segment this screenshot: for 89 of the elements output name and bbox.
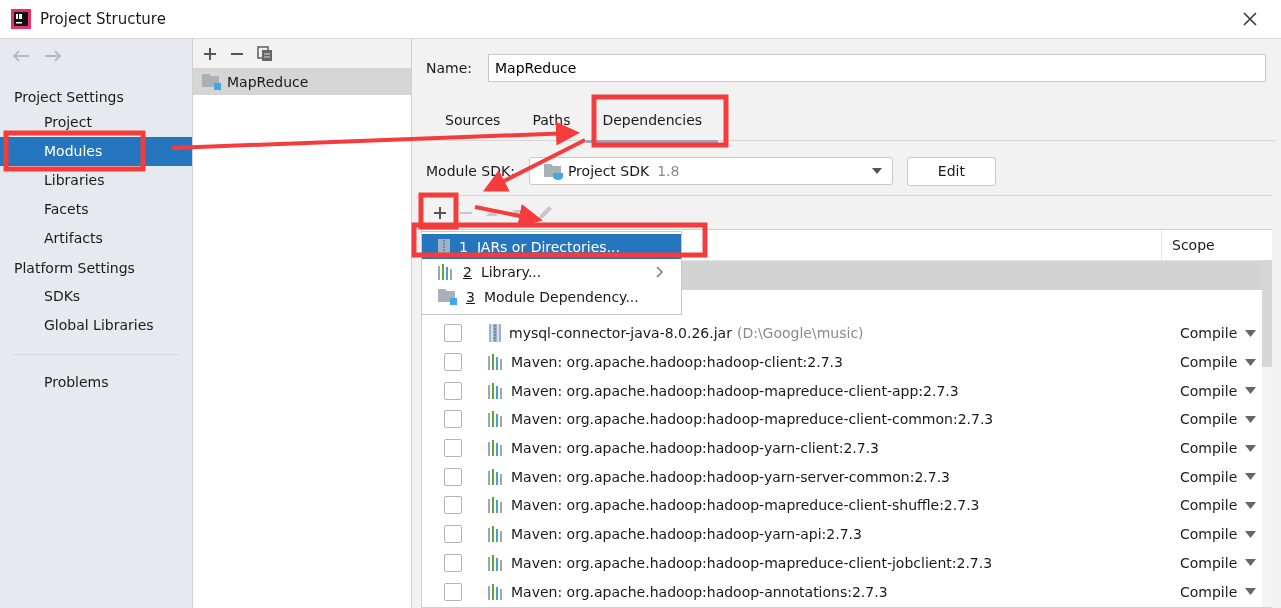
caret-icon xyxy=(1245,501,1257,509)
scope-dropdown[interactable]: Compile xyxy=(1180,554,1262,571)
caret-icon xyxy=(1245,588,1257,596)
dependency-name: mysql-connector-java-8.0.26.jar xyxy=(509,325,732,342)
library-icon xyxy=(488,583,504,600)
checkbox[interactable] xyxy=(444,381,462,400)
caret-icon xyxy=(871,168,882,174)
sidebar-item[interactable]: Libraries xyxy=(0,166,192,195)
library-icon xyxy=(488,468,504,485)
menu-item[interactable]: 2 Library... xyxy=(422,259,681,284)
scope-dropdown[interactable]: Compile xyxy=(1180,583,1262,600)
dependency-name: Maven: org.apache.hadoop:hadoop-mapreduce-client-common:2.7.3 xyxy=(511,411,994,428)
forward-icon[interactable] xyxy=(44,49,62,63)
scope-dropdown[interactable]: Compile xyxy=(1180,411,1262,428)
sidebar-item[interactable]: Artifacts xyxy=(0,224,192,253)
tab[interactable]: Sources xyxy=(429,107,517,143)
jar-icon xyxy=(438,238,450,255)
name-field[interactable]: MapReduce xyxy=(488,54,1267,82)
section-header: Platform Settings xyxy=(13,259,136,278)
scope-dropdown[interactable]: Compile xyxy=(1180,526,1262,543)
name-label: Name: xyxy=(426,60,473,76)
copy-icon[interactable] xyxy=(257,45,273,62)
sdk-folder-icon xyxy=(543,162,564,180)
sidebar-item[interactable]: Project xyxy=(0,108,192,137)
scope-dropdown[interactable]: Compile xyxy=(1180,354,1262,371)
back-icon[interactable] xyxy=(12,49,30,63)
checkbox[interactable] xyxy=(444,410,462,429)
module-item[interactable]: MapReduce xyxy=(193,68,411,95)
scope-dropdown[interactable]: Compile xyxy=(1180,468,1262,485)
dependency-name: Maven: org.apache.hadoop:hadoop-mapreduce-client-app:2.7.3 xyxy=(511,382,959,399)
add-icon[interactable] xyxy=(433,205,447,220)
library-icon xyxy=(488,554,504,571)
caret-icon xyxy=(1245,387,1257,395)
dependency-name: Maven: org.apache.hadoop:hadoop-mapreduce-client-shuffle:2.7.3 xyxy=(511,497,980,514)
scope-dropdown[interactable]: Compile xyxy=(1180,440,1262,457)
column-header[interactable]: Scope xyxy=(1162,230,1262,260)
section-header: Project Settings xyxy=(13,88,125,107)
caret-icon xyxy=(1245,358,1257,366)
dependency-name: Maven: org.apache.hadoop:hadoop-yarn-server-common:2.7.3 xyxy=(511,468,950,485)
app-icon xyxy=(11,9,31,29)
arrow xyxy=(474,204,543,228)
scrollbar-thumb[interactable] xyxy=(1262,260,1272,367)
scope-dropdown[interactable]: Compile xyxy=(1180,497,1262,514)
edit-button[interactable]: Edit xyxy=(906,156,996,186)
checkbox[interactable] xyxy=(444,353,462,372)
checkbox[interactable] xyxy=(444,467,462,486)
caret-icon xyxy=(1245,473,1257,481)
dependency-name: Maven: org.apache.hadoop:hadoop-mapreduce-client-jobclient:2.7.3 xyxy=(511,554,993,571)
module-folder-icon xyxy=(438,288,457,305)
module-folder-icon xyxy=(202,73,221,90)
jar-icon xyxy=(488,324,502,343)
library-icon xyxy=(488,411,504,428)
caret-icon xyxy=(1245,415,1257,423)
scope-dropdown[interactable]: Compile xyxy=(1180,382,1262,399)
library-icon xyxy=(488,497,504,514)
checkbox[interactable] xyxy=(444,324,462,343)
checkbox[interactable] xyxy=(444,553,462,572)
library-icon xyxy=(488,354,504,371)
dependency-name: Maven: org.apache.hadoop:hadoop-client:2.7.3 xyxy=(511,354,843,371)
sdk-dropdown[interactable]: Project SDK 1.8 xyxy=(528,157,893,185)
library-icon xyxy=(488,526,504,543)
caret-icon xyxy=(1245,444,1257,452)
checkbox[interactable] xyxy=(444,496,462,515)
library-icon xyxy=(488,382,504,399)
sidebar-item[interactable]: Modules xyxy=(0,137,192,166)
library-icon xyxy=(438,263,454,280)
checkbox[interactable] xyxy=(444,525,462,544)
checkbox[interactable] xyxy=(444,439,462,458)
close-icon[interactable] xyxy=(1243,12,1257,26)
dependency-name: Maven: org.apache.hadoop:hadoop-yarn-api:2.7.3 xyxy=(511,526,862,543)
sidebar-item[interactable]: Facets xyxy=(0,195,192,224)
pencil-icon[interactable] xyxy=(537,204,553,221)
add-icon[interactable] xyxy=(203,46,217,61)
dependency-name: Maven: org.apache.hadoop:hadoop-yarn-client:2.7.3 xyxy=(511,440,879,457)
caret-icon xyxy=(1245,530,1257,538)
sidebar-item[interactable]: Problems xyxy=(0,368,192,397)
scope-dropdown[interactable]: Compile xyxy=(1180,325,1262,342)
sidebar-item[interactable]: Global Libraries xyxy=(0,311,192,340)
dependency-path: (D:\Google\music) xyxy=(736,325,864,342)
caret-icon xyxy=(1245,329,1257,337)
menu-item[interactable]: 3 Module Dependency... xyxy=(422,284,681,309)
window-title: Project Structure xyxy=(40,10,166,28)
tab[interactable]: Paths xyxy=(516,107,587,143)
tab[interactable]: Dependencies xyxy=(586,107,719,143)
checkbox[interactable] xyxy=(444,582,462,601)
dependency-name: Maven: org.apache.hadoop:hadoop-annotations:2.7.3 xyxy=(511,583,888,600)
caret-icon xyxy=(1245,559,1257,567)
sidebar-item[interactable]: SDKs xyxy=(0,282,192,311)
library-icon xyxy=(488,440,504,457)
